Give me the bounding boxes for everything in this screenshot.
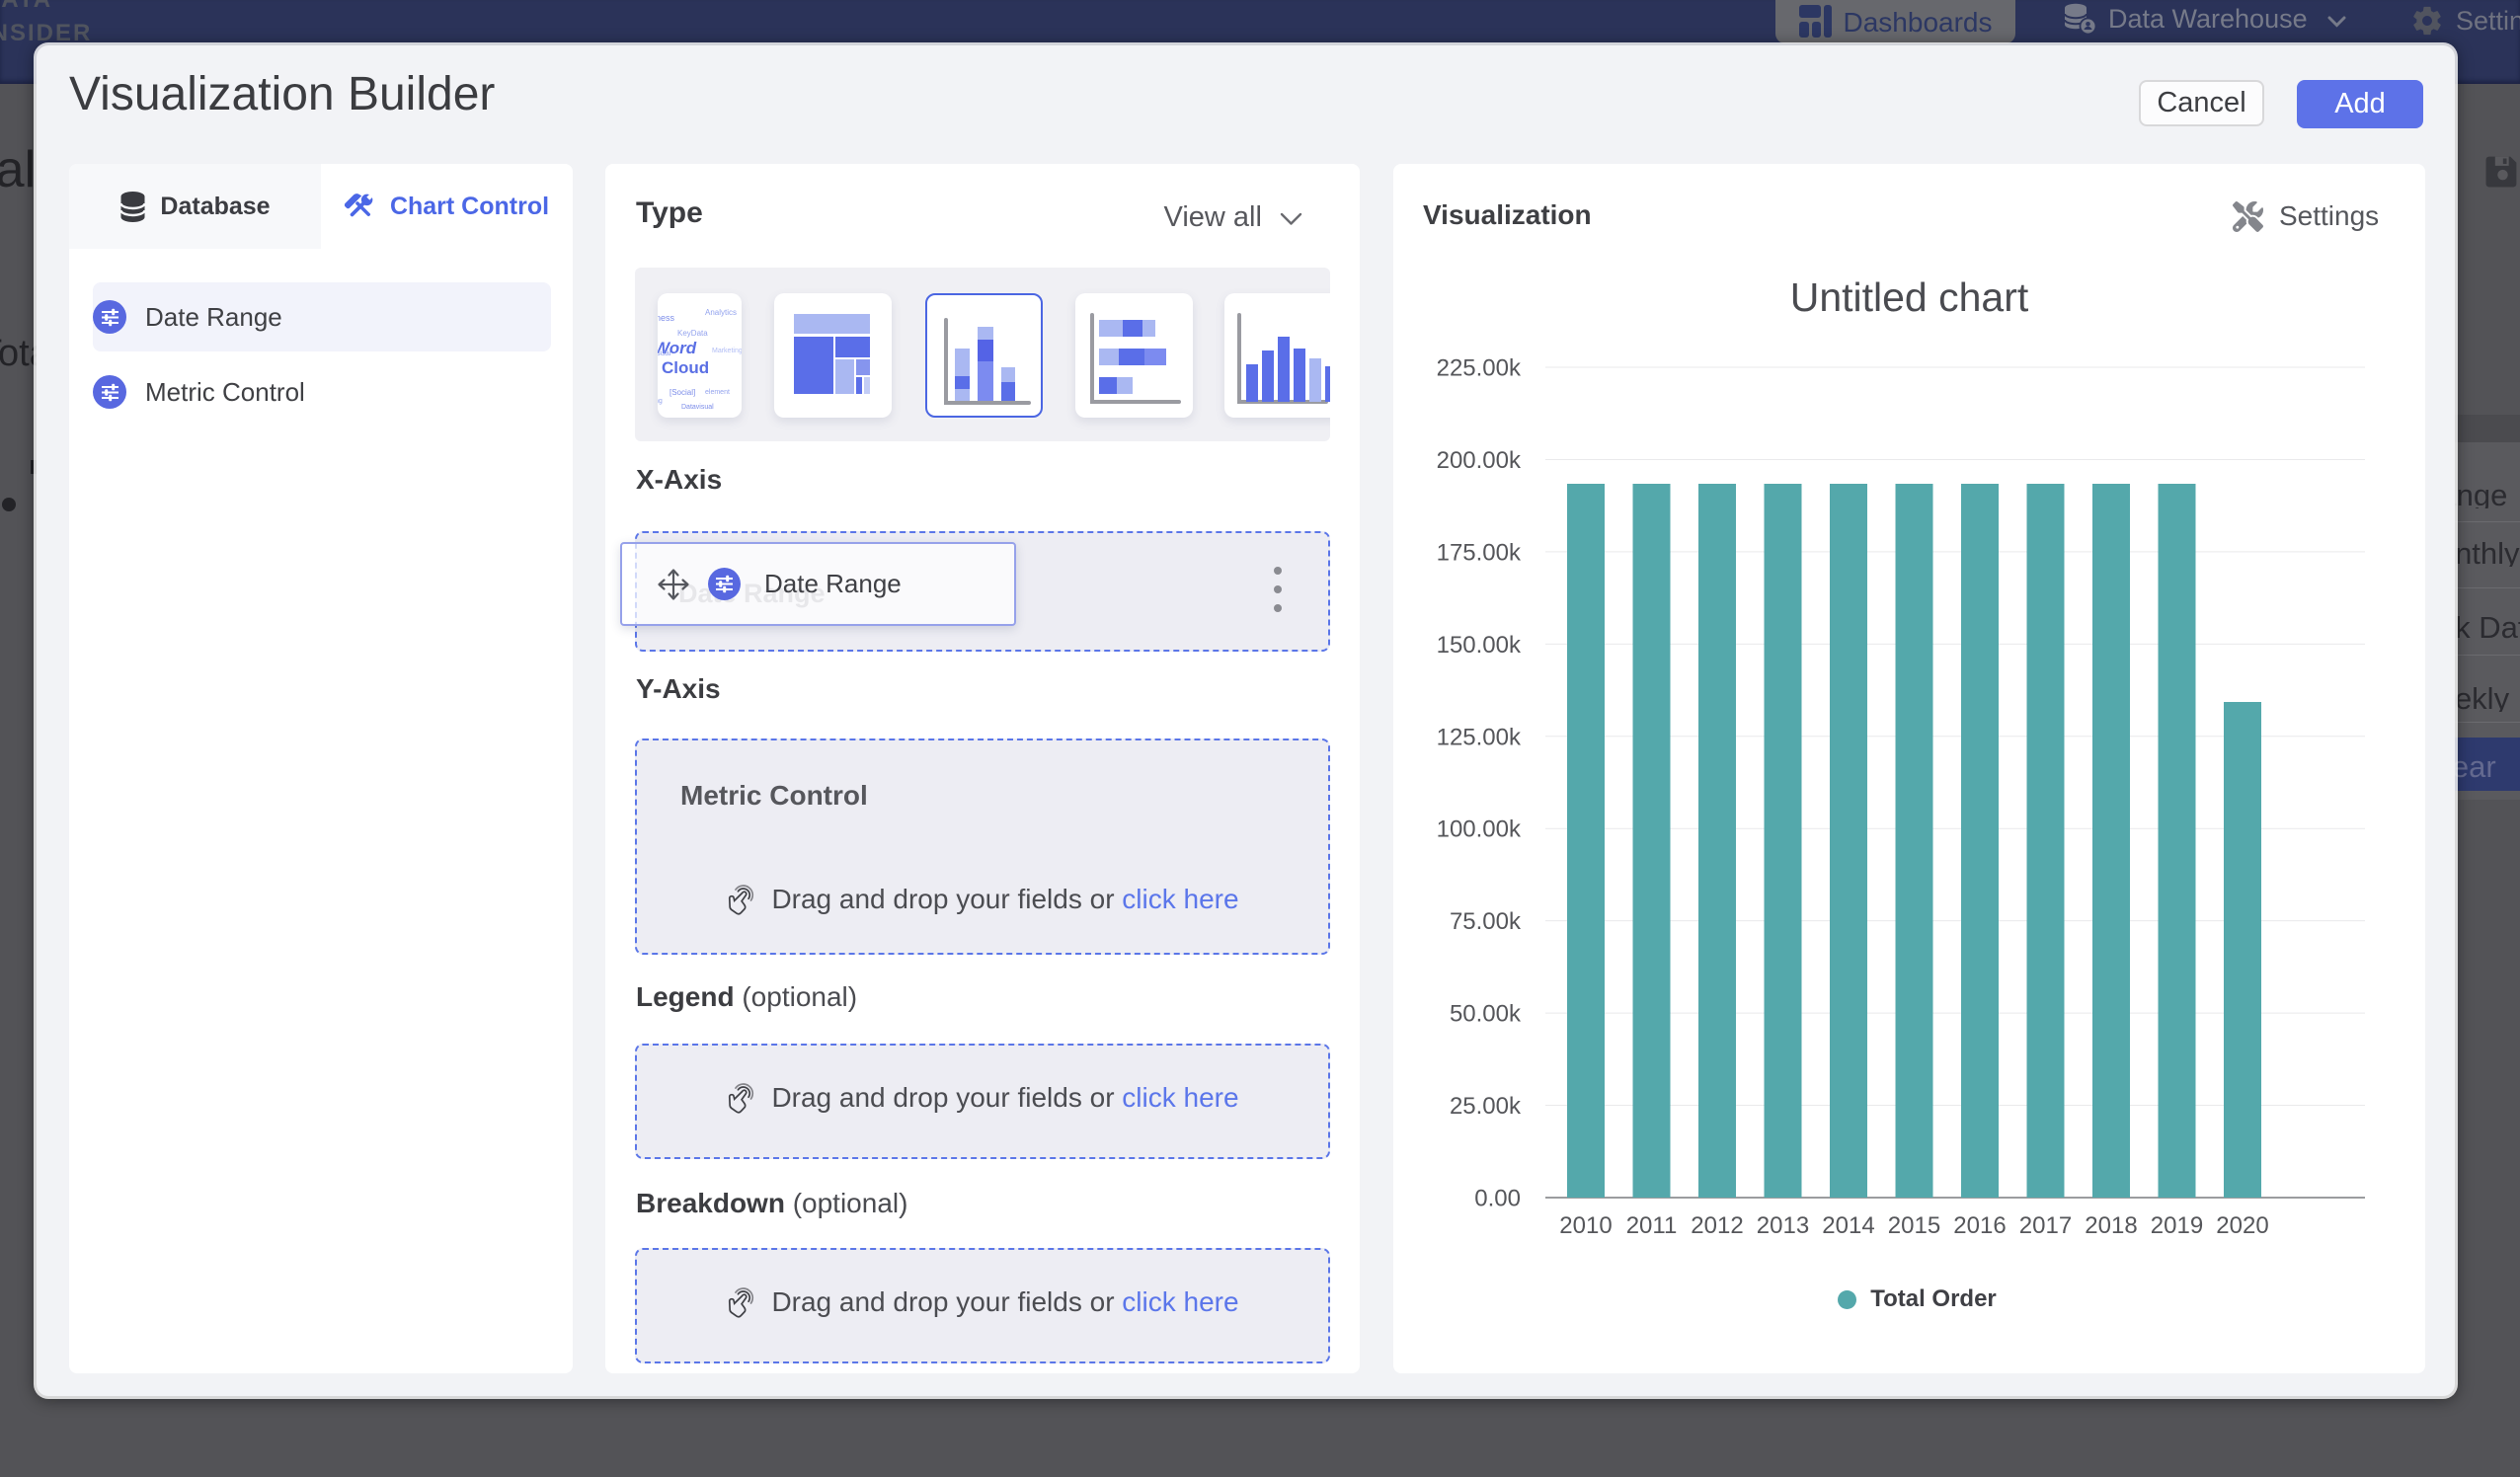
svg-text:2013: 2013 xyxy=(1757,1212,1809,1239)
svg-text:125.00k: 125.00k xyxy=(1437,724,1522,750)
svg-text:2012: 2012 xyxy=(1691,1212,1743,1239)
svg-text:2020: 2020 xyxy=(2216,1212,2268,1239)
svg-text:50.00k: 50.00k xyxy=(1450,1001,1522,1028)
svg-text:2018: 2018 xyxy=(2085,1212,2137,1239)
svg-text:2019: 2019 xyxy=(2151,1212,2203,1239)
svg-text:175.00k: 175.00k xyxy=(1437,539,1522,566)
svg-text:100.00k: 100.00k xyxy=(1437,816,1522,843)
svg-text:25.00k: 25.00k xyxy=(1450,1093,1522,1120)
svg-text:2014: 2014 xyxy=(1822,1212,1874,1239)
svg-text:225.00k: 225.00k xyxy=(1437,355,1522,382)
svg-text:200.00k: 200.00k xyxy=(1437,447,1522,474)
svg-text:2011: 2011 xyxy=(1626,1212,1678,1239)
svg-text:2010: 2010 xyxy=(1559,1212,1612,1239)
svg-text:75.00k: 75.00k xyxy=(1450,908,1522,935)
svg-text:0.00: 0.00 xyxy=(1474,1185,1521,1211)
svg-text:150.00k: 150.00k xyxy=(1437,632,1522,659)
svg-text:2015: 2015 xyxy=(1888,1212,1940,1239)
svg-text:2017: 2017 xyxy=(2019,1212,2072,1239)
svg-text:2016: 2016 xyxy=(1953,1212,2006,1239)
